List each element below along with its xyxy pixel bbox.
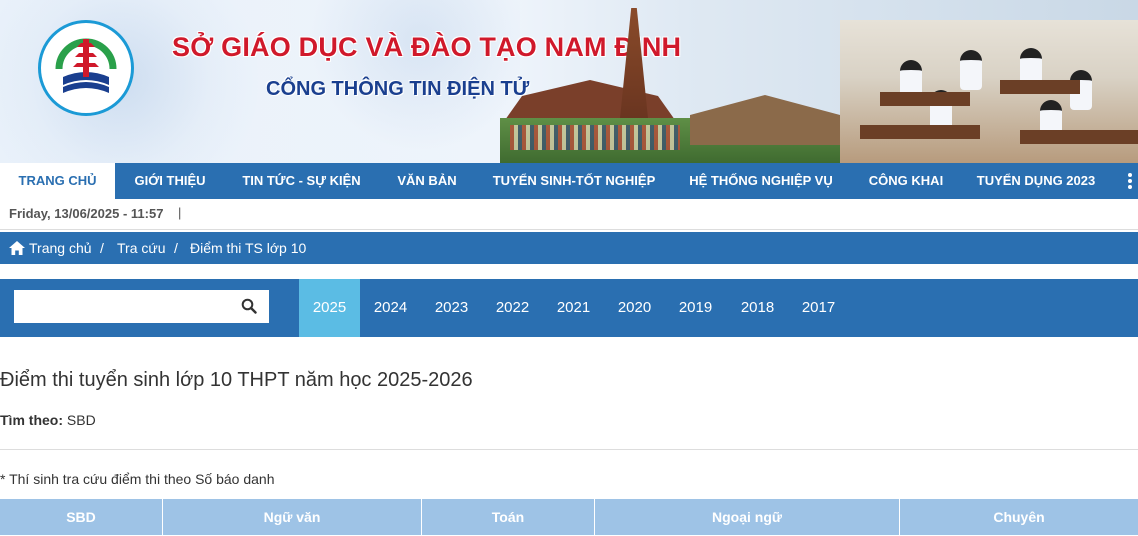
- divider: [0, 449, 1138, 450]
- tab-year-2018[interactable]: 2018: [727, 279, 788, 337]
- nav-item-news[interactable]: TIN TỨC - SỰ KIỆN: [225, 163, 378, 199]
- search-by: Tìm theo: SBD: [0, 412, 96, 428]
- date-separator: |: [178, 205, 182, 220]
- column-header-literature: Ngữ văn: [163, 499, 422, 535]
- tab-year-2024[interactable]: 2024: [360, 279, 421, 337]
- column-header-specialized: Chuyên: [993, 509, 1045, 525]
- tower-illustration: [620, 8, 648, 118]
- search-input[interactable]: [14, 290, 269, 323]
- tab-year-2025[interactable]: 2025: [299, 279, 360, 337]
- tab-year-2021[interactable]: 2021: [543, 279, 604, 337]
- breadcrumb-separator: /: [174, 240, 178, 256]
- tab-year-2020[interactable]: 2020: [604, 279, 665, 337]
- more-menu-icon[interactable]: [1122, 163, 1138, 199]
- breadcrumb-home[interactable]: Trang chủ: [29, 240, 92, 256]
- breadcrumb-lookup[interactable]: Tra cứu: [117, 240, 166, 256]
- main-nav: TRANG CHỦ GIỚI THIỆU TIN TỨC - SỰ KIỆN V…: [0, 163, 1138, 199]
- column-header-foreign-language: Ngoại ngữ: [595, 499, 900, 535]
- nav-item-admissions[interactable]: TUYỂN SINH-TỐT NGHIỆP: [476, 163, 672, 199]
- logo-emblem-icon: [55, 38, 117, 93]
- header-banner: SỞ GIÁO DỤC VÀ ĐÀO TẠO NAM ĐỊNH CỔNG THÔ…: [0, 0, 1138, 163]
- tab-year-2022[interactable]: 2022: [482, 279, 543, 337]
- tab-year-2023[interactable]: 2023: [421, 279, 482, 337]
- breadcrumb-separator: /: [100, 240, 104, 256]
- temple-illustration: [505, 80, 675, 120]
- tab-year-2019[interactable]: 2019: [665, 279, 726, 337]
- lookup-note: * Thí sinh tra cứu điểm thi theo Số báo …: [0, 471, 275, 487]
- desk: [860, 125, 980, 139]
- bridge-illustration: [690, 95, 840, 145]
- site-title: SỞ GIÁO DỤC VÀ ĐÀO TẠO NAM ĐỊNH: [172, 32, 682, 62]
- desk: [1020, 130, 1138, 144]
- column-header-sbd: SBD: [0, 499, 163, 535]
- search-by-value: SBD: [66, 412, 96, 428]
- tab-year-2017[interactable]: 2017: [788, 279, 849, 337]
- desk: [880, 92, 970, 106]
- year-tab-bar: 2025 2024 2023 2022 2021 2020 2019 2018 …: [0, 279, 1138, 337]
- classroom-photo: [840, 20, 1138, 163]
- page-title: Điểm thi tuyển sinh lớp 10 THPT năm học …: [0, 369, 473, 391]
- nav-item-systems[interactable]: HỆ THỐNG NGHIỆP VỤ: [672, 163, 850, 199]
- student-figure: [960, 50, 982, 90]
- nav-item-home[interactable]: TRANG CHỦ: [0, 163, 115, 199]
- search-by-label: Tìm theo:: [0, 412, 63, 428]
- desk: [1000, 80, 1080, 94]
- results-table-header: SBD Ngữ văn Toán Ngoại ngữ Chuyên: [0, 499, 1138, 535]
- nav-item-recruitment[interactable]: TUYỂN DỤNG 2023: [962, 163, 1110, 199]
- crowd-illustration: [510, 125, 680, 150]
- date-bar: Friday, 13/06/2025 - 11:57 |: [0, 199, 1138, 230]
- nav-item-documents[interactable]: VĂN BẢN: [378, 163, 476, 199]
- breadcrumb-current: Điểm thi TS lớp 10: [190, 240, 307, 256]
- site-logo[interactable]: [38, 20, 134, 116]
- nav-item-about[interactable]: GIỚI THIỆU: [115, 163, 225, 199]
- search-icon[interactable]: [241, 298, 257, 314]
- breadcrumb: Trang chủ / Tra cứu / Điểm thi TS lớp 10: [0, 232, 1138, 264]
- current-date: Friday, 13/06/2025 - 11:57: [9, 206, 164, 221]
- home-icon[interactable]: [9, 241, 25, 255]
- nav-item-public[interactable]: CÔNG KHAI: [850, 163, 962, 199]
- site-subtitle: CỔNG THÔNG TIN ĐIỆN TỬ: [266, 78, 530, 100]
- column-header-math: Toán: [422, 499, 595, 535]
